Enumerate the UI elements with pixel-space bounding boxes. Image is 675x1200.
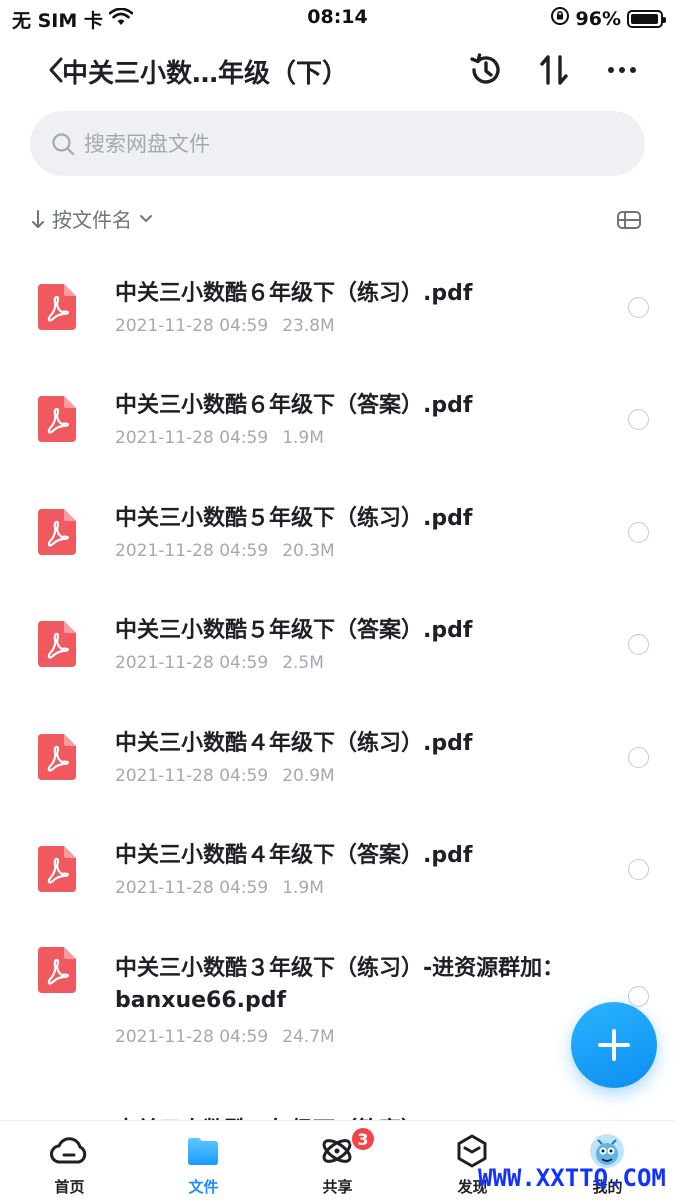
pdf-file-icon xyxy=(38,284,76,330)
more-button[interactable] xyxy=(598,46,646,94)
select-checkbox[interactable] xyxy=(628,297,649,318)
file-meta: 2021-11-28 04:59 1.9M xyxy=(115,878,324,898)
cloud-icon xyxy=(49,1133,89,1169)
file-row[interactable]: 中关三小数酷３年级下（答案）.pdf xyxy=(0,1077,675,1120)
select-checkbox[interactable] xyxy=(628,634,649,655)
file-size: 2.5M xyxy=(282,653,324,673)
file-name: 中关三小数酷４年级下（练习）.pdf xyxy=(115,731,473,756)
transfer-button[interactable] xyxy=(530,46,578,94)
sort-row: 按文件名 xyxy=(30,204,645,236)
file-name: 中关三小数酷５年级下（答案）.pdf xyxy=(115,618,473,643)
file-size: 20.9M xyxy=(282,766,335,786)
battery-icon xyxy=(627,9,666,28)
view-toggle-icon xyxy=(617,211,641,229)
file-name: 中关三小数酷６年级下（答案）.pdf xyxy=(115,393,473,418)
search-bar[interactable] xyxy=(30,111,645,176)
file-meta: 2021-11-28 04:59 24.7M xyxy=(115,1027,335,1047)
file-meta: 2021-11-28 04:59 2.5M xyxy=(115,653,324,673)
status-right: 96% xyxy=(550,6,666,31)
file-size: 20.3M xyxy=(282,541,335,561)
chevron-down-icon xyxy=(140,214,152,222)
history-button[interactable] xyxy=(462,46,510,94)
tab-share[interactable]: 3 共享 xyxy=(270,1126,405,1200)
sort-by-name-button[interactable]: 按文件名 xyxy=(30,204,154,233)
status-bar: 无 SIM 卡 08:14 96% xyxy=(0,0,675,36)
watermark: WWW.XXTTQ.COM xyxy=(478,1164,666,1192)
file-row[interactable]: 中关三小数酷５年级下（答案）.pdf 2021-11-28 04:59 2.5M xyxy=(0,577,675,689)
file-size: 24.7M xyxy=(282,1027,335,1047)
pdf-file-icon xyxy=(38,509,76,555)
tab-label: 首页 xyxy=(54,1178,85,1196)
pdf-file-icon xyxy=(38,947,76,993)
file-date: 2021-11-28 04:59 xyxy=(115,878,269,898)
select-checkbox[interactable] xyxy=(628,409,649,430)
file-list: 中关三小数酷６年级下（练习）.pdf 2021-11-28 04:59 23.8M 中… xyxy=(0,240,675,1120)
select-checkbox[interactable] xyxy=(628,522,649,543)
battery-fill xyxy=(631,13,658,24)
file-size: 1.9M xyxy=(282,878,324,898)
file-meta: 2021-11-28 04:59 20.9M xyxy=(115,766,335,786)
file-name: 中关三小数酷６年级下（练习）.pdf xyxy=(115,281,473,306)
select-checkbox[interactable] xyxy=(628,747,649,768)
folder-icon xyxy=(183,1133,223,1169)
search-icon xyxy=(50,131,76,157)
file-row[interactable]: 中关三小数酷６年级下（答案）.pdf 2021-11-28 04:59 1.9M xyxy=(0,352,675,464)
file-row[interactable]: 中关三小数酷５年级下（练习）.pdf 2021-11-28 04:59 20.3M xyxy=(0,465,675,577)
file-date: 2021-11-28 04:59 xyxy=(115,653,269,673)
file-date: 2021-11-28 04:59 xyxy=(115,428,269,448)
page-title: 中关三小数…年级（下） xyxy=(62,59,349,89)
arrow-down-icon xyxy=(32,209,44,228)
file-date: 2021-11-28 04:59 xyxy=(115,766,269,786)
file-name: 中关三小数酷３年级下（练习）-进资源群加：banxue66.pdf xyxy=(115,956,565,1013)
file-date: 2021-11-28 04:59 xyxy=(115,541,269,561)
file-name: 中关三小数酷４年级下（答案）.pdf xyxy=(115,843,473,868)
nav-bar: 中关三小数…年级（下） xyxy=(0,40,675,100)
file-date: 2021-11-28 04:59 xyxy=(115,316,269,336)
file-date: 2021-11-28 04:59 xyxy=(115,1027,269,1047)
pdf-file-icon xyxy=(38,396,76,442)
file-name: 中关三小数酷５年级下（练习）.pdf xyxy=(115,506,473,531)
more-icon xyxy=(608,67,636,73)
select-checkbox[interactable] xyxy=(628,859,649,880)
add-button[interactable] xyxy=(571,1002,657,1088)
tab-label: 共享 xyxy=(322,1178,353,1196)
select-checkbox[interactable] xyxy=(628,986,649,1007)
search-input[interactable] xyxy=(84,131,584,156)
file-meta: 2021-11-28 04:59 1.9M xyxy=(115,428,324,448)
battery-percent: 96% xyxy=(575,7,621,30)
file-row[interactable]: 中关三小数酷６年级下（练习）.pdf 2021-11-28 04:59 23.8M xyxy=(0,240,675,352)
tab-label: 文件 xyxy=(188,1178,219,1196)
share-badge: 3 xyxy=(350,1126,376,1152)
pdf-file-icon xyxy=(38,734,76,780)
view-toggle-button[interactable] xyxy=(615,206,643,234)
sort-label: 按文件名 xyxy=(52,208,132,232)
sort-toggle-icon xyxy=(540,55,568,85)
file-size: 23.8M xyxy=(282,316,335,336)
history-icon xyxy=(470,53,500,84)
file-meta: 2021-11-28 04:59 20.3M xyxy=(115,541,335,561)
pdf-file-icon xyxy=(38,846,76,892)
orientation-lock-icon xyxy=(550,6,570,31)
file-row[interactable]: 中关三小数酷４年级下（练习）.pdf 2021-11-28 04:59 20.9M xyxy=(0,690,675,802)
pdf-file-icon xyxy=(38,621,76,667)
tab-files[interactable]: 文件 xyxy=(136,1131,271,1200)
file-size: 1.9M xyxy=(282,428,324,448)
plus-icon xyxy=(598,1029,630,1061)
file-row[interactable]: 中关三小数酷４年级下（答案）.pdf 2021-11-28 04:59 1.9M xyxy=(0,802,675,914)
tab-home[interactable]: 首页 xyxy=(2,1131,137,1200)
file-meta: 2021-11-28 04:59 23.8M xyxy=(115,316,335,336)
